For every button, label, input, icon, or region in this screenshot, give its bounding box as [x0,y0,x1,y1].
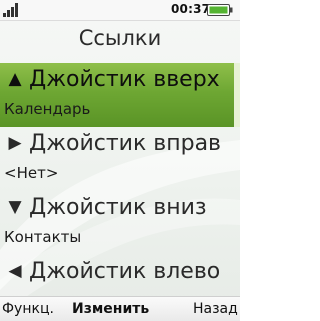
list-item-value: <Нет> [4,164,59,182]
signal-strength-icon [3,3,18,17]
softkey-back[interactable]: Назад [193,301,238,317]
arrow-right-icon: ▶ [8,133,22,153]
list-item-joystick-right[interactable]: ▶ Джойстик вправ <Нет> [0,127,240,191]
list-item-joystick-down[interactable]: ▼ Джойстик вниз Контакты [0,191,240,255]
list-item-joystick-up[interactable]: ▲ Джойстик вверх Календарь [0,63,240,127]
arrow-down-icon: ▼ [8,197,22,217]
list-item-joystick-left[interactable]: ◀ Джойстик влево [0,255,240,295]
list-item-label: Джойстик влево [29,259,221,284]
battery-icon [207,4,233,16]
softkey-edit[interactable]: Изменить [72,301,149,317]
arrow-left-icon: ◀ [8,261,22,281]
status-bar: 00:37 [0,0,240,21]
list-item-label: Джойстик вправ [29,131,222,156]
list-item-label: Джойстик вверх [29,67,220,92]
list-item-label: Джойстик вниз [29,195,207,220]
phone-screen: 00:37 Ссылки ▲ Джойстик вверх Календарь ▶… [0,0,240,321]
softkey-functions[interactable]: Функц. [2,301,54,317]
shortcut-list: ▲ Джойстик вверх Календарь ▶ Джойстик впра… [0,63,240,295]
page-title: Ссылки [78,26,162,50]
list-item-value: Контакты [4,228,82,246]
softkey-bar: Функц. Изменить Назад [0,296,240,321]
clock: 00:37 [171,2,211,16]
list-item-value: Календарь [4,100,91,118]
arrow-up-icon: ▲ [8,69,22,89]
